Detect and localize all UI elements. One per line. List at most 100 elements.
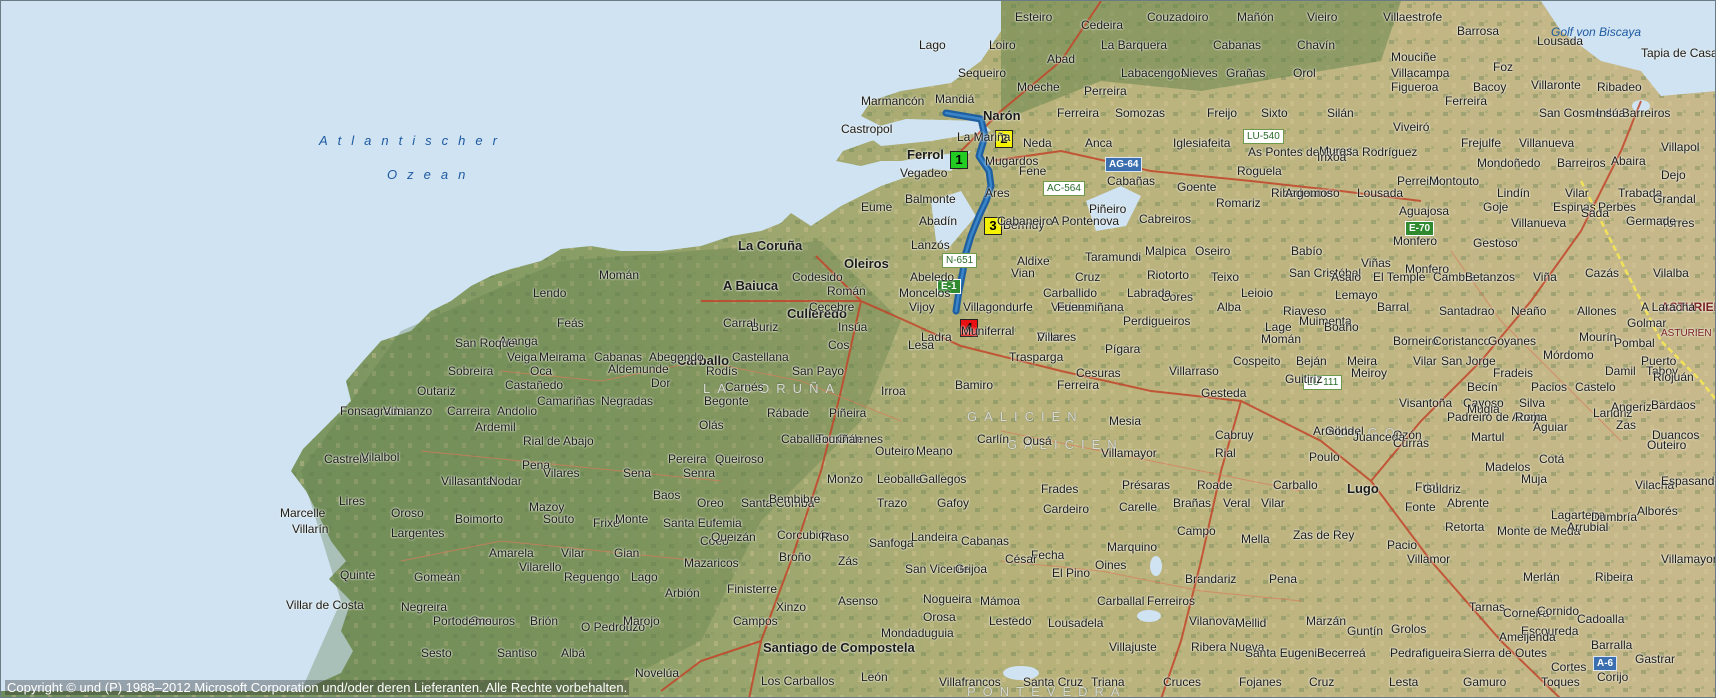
map-view[interactable]: Atlantischer Ozean Golf von Biscaya LA C… — [0, 0, 1716, 698]
place-label: Irixoa — [1317, 150, 1347, 164]
place-label: Riotorto — [1147, 268, 1190, 282]
place-label: Irroa — [881, 384, 906, 398]
place-label: Tarnas — [1469, 600, 1506, 614]
place-label: Oroso — [391, 506, 424, 520]
place-label: Marcelle — [280, 506, 326, 520]
place-label: Lousada — [1357, 186, 1404, 200]
place-label: Barralla — [1591, 638, 1633, 652]
ocean-label-line2: Ozean — [387, 167, 476, 182]
place-label: Touriñán — [816, 432, 863, 446]
place-label: Pígara — [1105, 342, 1141, 356]
place-label: Cabanas — [1213, 38, 1262, 52]
place-label: Grandal — [1653, 192, 1696, 206]
place-label: Sobreira — [448, 364, 494, 378]
place-label: Villarraso — [1169, 364, 1219, 378]
place-label: Pereira — [668, 452, 707, 466]
place-label: Carreira — [447, 404, 491, 418]
city-label: Santiago de Compostela — [763, 640, 915, 655]
place-label: Guntín — [1347, 624, 1384, 638]
place-label: Fradeis — [1493, 366, 1534, 380]
place-label: Gastrar — [1635, 652, 1676, 666]
place-label: Landeira — [911, 530, 958, 544]
place-label: Asalo — [1331, 270, 1362, 284]
place-label: Foz — [1493, 60, 1514, 74]
place-label: Dor — [651, 376, 671, 390]
place-label: Viña — [1533, 270, 1557, 284]
place-label: Queizán — [711, 530, 756, 544]
place-label: La Mariña — [957, 130, 1011, 144]
place-label: Oca — [530, 364, 553, 378]
place-label: Aldemunde — [608, 362, 669, 376]
place-label: Roade — [1197, 478, 1233, 492]
place-label: Villacampa — [1391, 66, 1450, 80]
place-label: Ameijenda — [1499, 630, 1556, 644]
place-label: Cabaneiro — [997, 214, 1053, 228]
place-label: San Jorge — [1441, 354, 1496, 368]
place-label: Veiga — [507, 350, 538, 364]
place-label: Mourín — [1579, 330, 1617, 344]
place-label: Meirama — [539, 350, 586, 364]
place-label: Oseiro — [1195, 244, 1231, 258]
place-label: A Laracha — [1641, 300, 1696, 314]
place-label: Mesia — [1109, 414, 1142, 428]
route-marker-start[interactable]: 1 — [950, 151, 968, 169]
place-label: Cazás — [1585, 266, 1620, 280]
place-label: Abadín — [919, 214, 958, 228]
place-label: Ferreiros — [1147, 594, 1196, 608]
place-label: Monte — [615, 512, 649, 526]
place-label: Feás — [557, 316, 584, 330]
place-label: Triana — [1091, 675, 1125, 689]
place-label: Balmonte — [905, 192, 956, 206]
place-label: Eume — [861, 200, 893, 214]
place-label: Souto — [543, 512, 575, 526]
place-label: Pombal — [1614, 336, 1655, 350]
place-label: Sierra de Outes — [1463, 646, 1548, 660]
place-label: Abad — [1047, 52, 1076, 66]
place-label: Xinzo — [776, 600, 807, 614]
place-label: Freijo — [1207, 106, 1238, 120]
copyright-notice: Copyright © und (P) 1988–2012 Microsoft … — [5, 680, 630, 695]
place-label: Dejo — [1661, 168, 1686, 182]
place-label: Vilar — [1565, 186, 1589, 200]
place-label: Gestoso — [1473, 236, 1518, 250]
place-label: Andolio — [497, 404, 538, 418]
place-label: Bamiro — [955, 378, 994, 392]
place-label: Ribadeo — [1597, 80, 1642, 94]
place-label: Romariz — [1216, 196, 1261, 210]
place-label: Veral — [1223, 496, 1251, 510]
place-label: Taramundi — [1085, 250, 1142, 264]
place-label: Cecebre — [809, 300, 855, 314]
place-label: Brandariz — [1185, 572, 1237, 586]
place-label: Senra — [683, 466, 716, 480]
place-label: Rial de Abajo — [523, 434, 594, 448]
place-label: Somozas — [1115, 106, 1166, 120]
place-label: Muja — [1521, 472, 1548, 486]
place-label: Guitiriz — [1285, 372, 1323, 386]
place-label: Campo — [1177, 524, 1216, 538]
place-label: Muniferral — [961, 324, 1015, 338]
place-label: Vian — [1011, 266, 1035, 280]
place-label: Vilar — [561, 546, 585, 560]
place-label: Aguiar — [1533, 420, 1568, 434]
place-label: Piñeira — [829, 406, 867, 420]
place-label: Argomoso — [1285, 186, 1340, 200]
place-label: Santa Eufemia — [663, 516, 742, 530]
place-label: Babío — [1291, 244, 1323, 258]
place-label: El Temple — [1373, 270, 1426, 284]
place-label: Neaño — [1511, 304, 1547, 318]
place-label: A Pontenova — [1051, 214, 1120, 228]
place-label: Insúa — [1596, 106, 1626, 120]
place-label: Grijoa — [955, 562, 988, 576]
place-label: Présaras — [1122, 478, 1171, 492]
place-label: Carballo — [1273, 478, 1318, 492]
city-label: A Baiuca — [723, 278, 779, 293]
place-label: Bembibre — [769, 492, 821, 506]
place-label: Trasparga — [1009, 350, 1064, 364]
place-label: Cabreiros — [1139, 212, 1192, 226]
place-label: Iglesiafeita — [1173, 136, 1231, 150]
place-label: Currás — [1393, 436, 1430, 450]
place-label: Figueroa — [1391, 80, 1439, 94]
city-label: Lugo — [1347, 481, 1379, 496]
place-label: Vilar — [1413, 354, 1437, 368]
place-label: Labrada — [1127, 286, 1172, 300]
